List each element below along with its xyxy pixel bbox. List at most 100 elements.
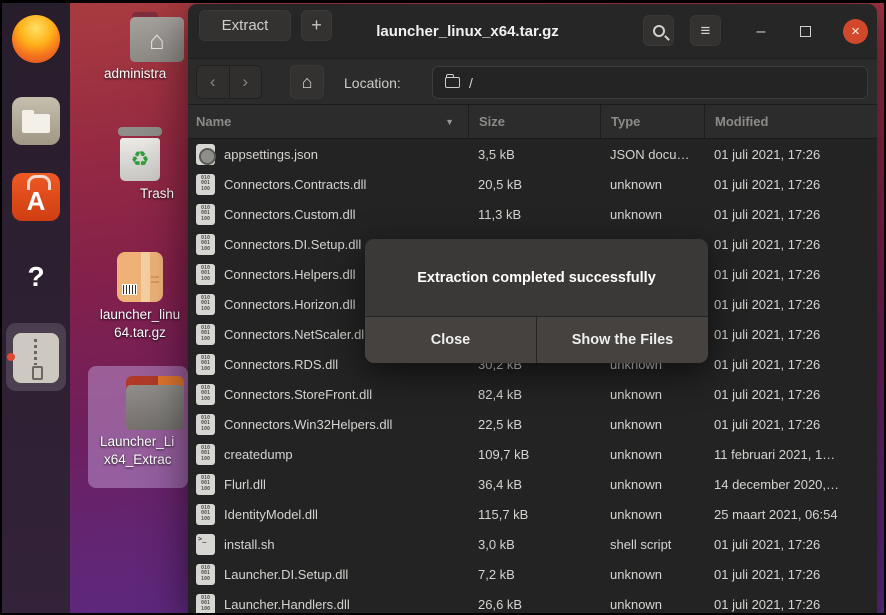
hamburger-icon: ≡: [701, 21, 711, 41]
binary-file-icon: [196, 264, 215, 285]
menu-button[interactable]: ≡: [690, 15, 721, 46]
binary-file-icon: [196, 174, 215, 195]
tarball-label-line2[interactable]: 64.tar.gz: [90, 325, 190, 340]
extracted-folder-icon[interactable]: [126, 376, 184, 430]
file-name: Connectors.Horizon.dll: [224, 297, 356, 312]
location-input[interactable]: /: [432, 66, 868, 99]
home-folder-label[interactable]: administra: [104, 66, 166, 81]
file-modified: 01 juli 2021, 17:26: [704, 327, 877, 342]
file-size: 22,5 kB: [468, 417, 600, 432]
file-name: Launcher.DI.Setup.dll: [224, 567, 348, 582]
binary-file-icon: [196, 204, 215, 225]
dialog-close-button[interactable]: Close: [365, 317, 536, 363]
home-button[interactable]: ⌂: [290, 65, 324, 99]
file-modified: 14 december 2020,…: [704, 477, 877, 492]
file-row[interactable]: install.sh 3,0 kB shell script 01 juli 2…: [188, 529, 877, 559]
titlebar: Extract + launcher_linux_x64.tar.gz ≡ – …: [188, 4, 877, 58]
file-size: 11,3 kB: [468, 207, 600, 222]
file-name: IdentityModel.dll: [224, 507, 318, 522]
close-window-button[interactable]: ×: [843, 19, 868, 44]
file-modified: 01 juli 2021, 17:26: [704, 567, 877, 582]
trash-icon[interactable]: ♻: [118, 127, 162, 181]
binary-file-icon: [196, 504, 215, 525]
binary-file-icon: [196, 354, 215, 375]
window-title: launcher_linux_x64.tar.gz: [288, 4, 647, 58]
tarball-icon[interactable]: [117, 252, 163, 302]
file-row[interactable]: Connectors.Win32Helpers.dll 22,5 kB unkn…: [188, 409, 877, 439]
file-type: JSON docu…: [600, 147, 704, 162]
file-modified: 01 juli 2021, 17:26: [704, 177, 877, 192]
file-modified: 01 juli 2021, 17:26: [704, 387, 877, 402]
file-type: unknown: [600, 387, 704, 402]
file-name: Connectors.RDS.dll: [224, 357, 338, 372]
file-row[interactable]: createdump 109,7 kB unknown 11 februari …: [188, 439, 877, 469]
extracted-folder-label-line2[interactable]: x64_Extrac: [104, 452, 172, 467]
ubuntu-software-icon[interactable]: A: [12, 173, 60, 221]
file-row[interactable]: Connectors.StoreFront.dll 82,4 kB unknow…: [188, 379, 877, 409]
name-header-label: Name: [196, 114, 231, 129]
minimize-button[interactable]: –: [753, 16, 769, 47]
file-type: unknown: [600, 447, 704, 462]
files-icon[interactable]: [12, 97, 60, 145]
back-button[interactable]: ‹: [197, 66, 229, 98]
dialog-message: Extraction completed successfully: [365, 239, 708, 316]
file-row[interactable]: Flurl.dll 36,4 kB unknown 14 december 20…: [188, 469, 877, 499]
file-modified: 01 juli 2021, 17:26: [704, 297, 877, 312]
binary-file-icon: [196, 474, 215, 495]
extracted-folder-label-line1[interactable]: Launcher_Li: [100, 434, 174, 449]
file-size: 7,2 kB: [468, 567, 600, 582]
firefox-icon[interactable]: [12, 15, 60, 63]
maximize-button[interactable]: [800, 26, 811, 37]
binary-file-icon: [196, 444, 215, 465]
file-type: shell script: [600, 537, 704, 552]
dialog-show-files-button[interactable]: Show the Files: [536, 317, 708, 363]
file-modified: 01 juli 2021, 17:26: [704, 237, 877, 252]
extract-button[interactable]: Extract: [199, 10, 291, 41]
file-name: Flurl.dll: [224, 477, 266, 492]
dialog-buttons: Close Show the Files: [365, 316, 708, 363]
file-name: Connectors.NetScaler.dll: [224, 327, 367, 342]
binary-file-icon: [196, 234, 215, 255]
file-row[interactable]: Connectors.Contracts.dll 20,5 kB unknown…: [188, 169, 877, 199]
file-size: 82,4 kB: [468, 387, 600, 402]
file-modified: 01 juli 2021, 17:26: [704, 597, 877, 612]
extraction-dialog: Extraction completed successfully Close …: [365, 239, 708, 363]
binary-file-icon: [196, 384, 215, 405]
table-header: Name ▼ Size Type Modified: [188, 105, 877, 139]
forward-button[interactable]: ›: [229, 66, 262, 98]
column-header-size[interactable]: Size: [468, 105, 600, 138]
search-button[interactable]: [643, 15, 674, 46]
file-name: Connectors.Helpers.dll: [224, 267, 356, 282]
file-type: unknown: [600, 207, 704, 222]
column-header-modified[interactable]: Modified: [704, 105, 877, 138]
sort-descending-icon: ▼: [445, 117, 468, 127]
file-row[interactable]: IdentityModel.dll 115,7 kB unknown 25 ma…: [188, 499, 877, 529]
file-row[interactable]: Launcher.DI.Setup.dll 7,2 kB unknown 01 …: [188, 559, 877, 589]
file-modified: 01 juli 2021, 17:26: [704, 207, 877, 222]
file-modified: 01 juli 2021, 17:26: [704, 267, 877, 282]
column-header-name[interactable]: Name ▼: [188, 105, 468, 138]
file-row[interactable]: Launcher.Handlers.dll 26,6 kB unknown 01…: [188, 589, 877, 613]
file-row[interactable]: appsettings.json 3,5 kB JSON docu… 01 ju…: [188, 139, 877, 169]
column-header-type[interactable]: Type: [600, 105, 704, 138]
file-row[interactable]: Connectors.Custom.dll 11,3 kB unknown 01…: [188, 199, 877, 229]
help-icon[interactable]: ?: [12, 253, 60, 301]
running-indicator-dot: [7, 353, 15, 361]
file-modified: 01 juli 2021, 17:26: [704, 357, 877, 372]
file-type: unknown: [600, 507, 704, 522]
archive-manager-icon[interactable]: [13, 333, 59, 383]
binary-file-icon: [196, 294, 215, 315]
trash-can: ♻: [120, 138, 160, 181]
file-name: Connectors.Custom.dll: [224, 207, 356, 222]
tarball-label-line1[interactable]: launcher_linu: [90, 307, 190, 322]
file-name: appsettings.json: [224, 147, 318, 162]
package-lines: [151, 276, 159, 283]
shell-file-icon: [196, 534, 215, 555]
home-folder-icon[interactable]: ⌂: [130, 12, 184, 62]
file-modified: 01 juli 2021, 17:26: [704, 417, 877, 432]
question-mark-glyph: ?: [27, 261, 44, 293]
file-type: unknown: [600, 567, 704, 582]
dock: A ?: [2, 3, 70, 613]
recycle-icon: ♻: [131, 147, 150, 172]
software-a-glyph: A: [27, 181, 46, 221]
